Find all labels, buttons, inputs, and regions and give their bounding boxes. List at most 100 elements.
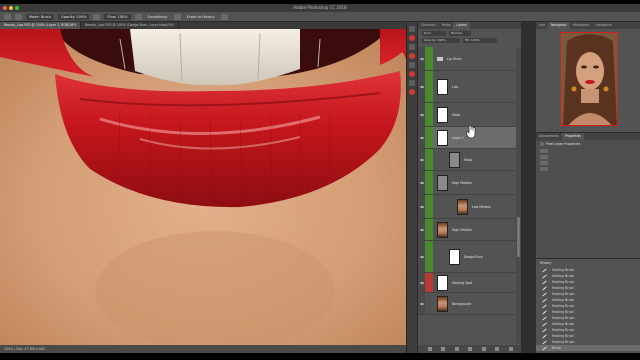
- layer-thumbnail: [437, 129, 448, 146]
- layer-style-icon[interactable]: [441, 347, 445, 351]
- option-mode[interactable]: Mode: Brush: [26, 13, 54, 20]
- eraser-tool-icon[interactable]: [4, 13, 11, 20]
- layer-row[interactable]: High Median: [418, 219, 516, 241]
- link-layers-icon[interactable]: [427, 347, 432, 351]
- eye-icon: [419, 281, 424, 284]
- layer-mask-thumbnail: [449, 151, 460, 168]
- smoothing-settings-icon[interactable]: [173, 13, 181, 20]
- record-icon-2[interactable]: [409, 53, 415, 59]
- adjustment-layer-icon[interactable]: [468, 347, 472, 351]
- tab-channels[interactable]: Channels: [418, 22, 439, 29]
- layer-name: Low Median: [472, 204, 491, 209]
- options-bar: Mode: Brush Opacity: 100% Flow: 100% Smo…: [0, 12, 640, 22]
- tab-properties[interactable]: Properties: [561, 133, 585, 140]
- brush-icon: [542, 280, 547, 284]
- status-bar: 100% | Doc: 47.3M/1.08G: [0, 345, 406, 353]
- new-group-icon[interactable]: [481, 347, 486, 351]
- option-smoothing[interactable]: Smoothing:: [146, 15, 170, 19]
- visibility-toggle[interactable]: [418, 171, 425, 194]
- new-layer-icon[interactable]: [495, 347, 499, 351]
- properties-fields: [536, 148, 640, 172]
- layer-row[interactable]: High Median: [418, 171, 516, 195]
- layer-row[interactable]: Mask: [418, 103, 516, 127]
- letterbox-bottom: [0, 353, 640, 360]
- move-tool-icon[interactable]: [409, 26, 415, 32]
- visibility-toggle[interactable]: [418, 149, 425, 170]
- history-item-current[interactable]: Brush: [536, 345, 640, 351]
- visibility-toggle[interactable]: [418, 103, 425, 126]
- record-icon-4[interactable]: [409, 89, 415, 95]
- visibility-toggle[interactable]: [418, 293, 425, 314]
- tab-histogram-2[interactable]: Histogram: [592, 22, 615, 29]
- window-controls[interactable]: [3, 6, 19, 10]
- layer-color-tag: [425, 171, 433, 194]
- tab-histogram[interactable]: Histogram: [570, 22, 593, 29]
- visibility-toggle[interactable]: [418, 71, 425, 102]
- eye-icon: [419, 113, 424, 116]
- eye-icon: [419, 136, 424, 139]
- tab-navigator[interactable]: Navigator: [548, 22, 570, 29]
- layer-thumbnail: [449, 248, 460, 265]
- brush-icon: [542, 268, 547, 272]
- clone-tool-icon[interactable]: [409, 62, 415, 68]
- brush-icon: [542, 298, 547, 302]
- layer-row[interactable]: Background: [418, 293, 516, 315]
- airbrush-icon[interactable]: [134, 13, 142, 20]
- history-item-label: Healing Brush: [552, 304, 575, 308]
- height-field-icon[interactable]: [540, 155, 548, 159]
- visibility-toggle[interactable]: [418, 241, 425, 272]
- layer-row[interactable]: Lips: [418, 71, 516, 103]
- history-item-label: Brush: [552, 346, 562, 350]
- tab-paths[interactable]: Paths: [439, 22, 454, 29]
- record-icon-3[interactable]: [409, 71, 415, 77]
- document-canvas[interactable]: [0, 29, 406, 345]
- tab-adjustments[interactable]: Adjustments: [536, 133, 562, 140]
- close-window-icon[interactable]: [3, 6, 7, 10]
- pressure-size-icon[interactable]: [220, 13, 228, 20]
- y-field-icon[interactable]: [540, 167, 548, 171]
- add-mask-icon[interactable]: [454, 347, 459, 351]
- visibility-toggle[interactable]: [418, 127, 425, 148]
- history-item-label: Healing Brush: [552, 286, 575, 290]
- visibility-toggle[interactable]: [418, 47, 425, 70]
- eye-icon: [419, 85, 424, 88]
- filter-kind-select[interactable]: Kind: [422, 31, 446, 36]
- doc-tab[interactable]: Beauty_Lips.PSD @ 100% (Dodge Burn, Laye…: [81, 22, 179, 29]
- folder-icon[interactable]: [437, 56, 443, 61]
- fill-field[interactable]: Fill: 100%: [463, 38, 497, 43]
- visibility-toggle[interactable]: [418, 219, 425, 240]
- option-flow[interactable]: Flow: 100%: [104, 13, 131, 20]
- visibility-toggle[interactable]: [418, 273, 425, 292]
- trash-icon[interactable]: [508, 347, 513, 351]
- navigator-preview[interactable]: [560, 32, 618, 126]
- visibility-toggle[interactable]: [418, 195, 425, 218]
- zoom-window-icon[interactable]: [15, 6, 19, 10]
- layer-row[interactable]: Dodge Burn: [418, 241, 516, 273]
- layer-list: Lip Shine Lips Mask Layer 1 Mask High Me…: [418, 47, 516, 343]
- scroll-thumb[interactable]: [517, 217, 520, 257]
- opacity-field[interactable]: Opacity: 100%: [422, 38, 460, 43]
- x-field-icon[interactable]: [540, 161, 548, 165]
- blend-mode-select[interactable]: Normal: [449, 31, 471, 36]
- history-brush-icon[interactable]: [409, 80, 415, 86]
- record-icon[interactable]: [409, 35, 415, 41]
- layer-row[interactable]: Healing Spot: [418, 273, 516, 293]
- tab-info[interactable]: Info: [536, 22, 548, 29]
- history-item-label: Healing Brush: [552, 280, 575, 284]
- layer-row[interactable]: Low Median: [418, 195, 516, 219]
- doc-tab-active[interactable]: Beauty_Lips.PSD @ 100% (Layer 1, RGB/16*…: [0, 22, 81, 29]
- option-opacity[interactable]: Opacity: 100%: [57, 13, 90, 20]
- option-erase-to-history[interactable]: Erase to History: [185, 15, 217, 19]
- layer-row[interactable]: Mask: [418, 149, 516, 171]
- layers-footer: [418, 345, 522, 353]
- brush-tool-icon[interactable]: [409, 44, 415, 50]
- tab-layers[interactable]: Layers: [453, 22, 470, 29]
- brush-preset-icon[interactable]: [15, 13, 22, 20]
- history-item-label: Healing Brush: [552, 274, 575, 278]
- pressure-opacity-icon[interactable]: [93, 13, 101, 20]
- layer-row[interactable]: Lip Shine: [418, 47, 516, 71]
- window-title: Adobe Photoshop CC 2018: [293, 5, 347, 10]
- width-field-icon[interactable]: [540, 149, 548, 153]
- history-item-label: Healing Brush: [552, 298, 575, 302]
- minimize-window-icon[interactable]: [9, 6, 13, 10]
